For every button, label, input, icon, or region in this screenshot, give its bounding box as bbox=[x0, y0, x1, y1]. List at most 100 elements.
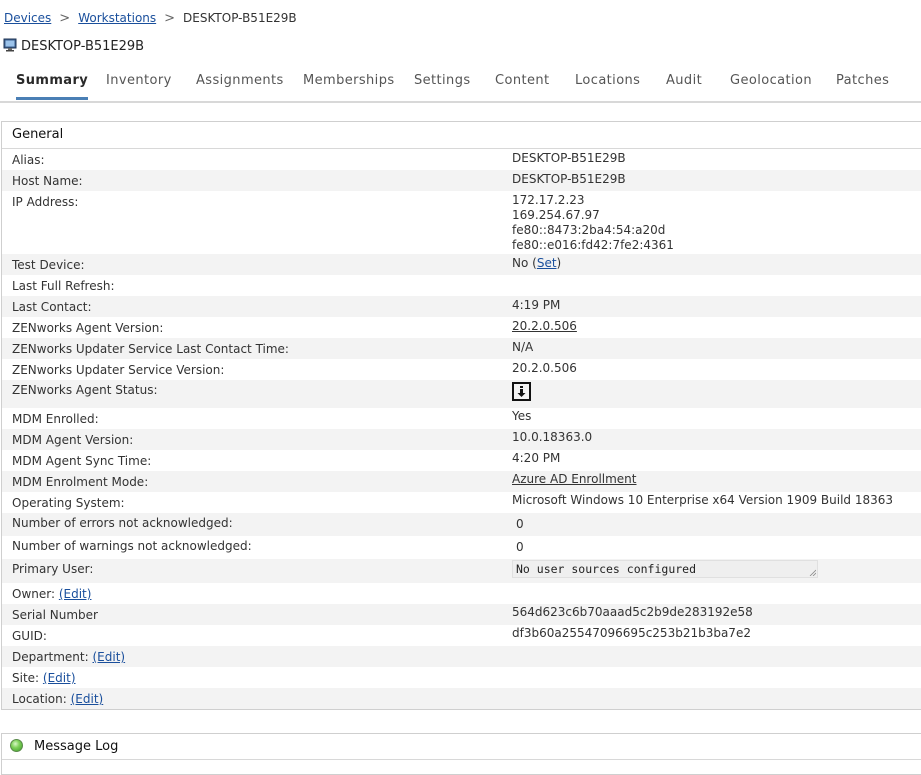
breadcrumb: Devices > Workstations > DESKTOP-B51E29B bbox=[4, 11, 297, 26]
row-mdm-sync-time: MDM Agent Sync Time: 4:20 PM bbox=[2, 450, 921, 471]
guid-value: df3b60a25547096695c253b21b3ba7e2 bbox=[512, 626, 751, 640]
test-device-value-group: No (Set) bbox=[512, 256, 562, 270]
general-panel: General Alias: DESKTOP-B51E29B Host Name… bbox=[1, 121, 921, 710]
row-updater-version: ZENworks Updater Service Version: 20.2.0… bbox=[2, 359, 921, 380]
row-mdm-agent-version: MDM Agent Version: 10.0.18363.0 bbox=[2, 429, 921, 450]
location-edit-link[interactable]: (Edit) bbox=[71, 692, 104, 706]
mdm-enrolled-label: MDM Enrolled: bbox=[12, 412, 99, 426]
department-label: Department: bbox=[12, 650, 89, 664]
tab-geolocation[interactable]: Geolocation bbox=[730, 73, 812, 88]
primary-user-field[interactable]: No user sources configured bbox=[512, 560, 818, 578]
updater-version-value: 20.2.0.506 bbox=[512, 361, 577, 375]
row-department: Department: (Edit) bbox=[2, 646, 921, 667]
row-serial-number: Serial Number 564d623c6b70aaad5c2b9de283… bbox=[2, 604, 921, 625]
site-label-group: Site: (Edit) bbox=[12, 671, 76, 685]
breadcrumb-separator: > bbox=[164, 11, 176, 26]
ip-address-label: IP Address: bbox=[12, 195, 79, 209]
ip-address-value: 169.254.67.97 bbox=[512, 208, 600, 222]
tab-settings[interactable]: Settings bbox=[414, 73, 471, 88]
breadcrumb-devices-link[interactable]: Devices bbox=[4, 11, 51, 25]
row-guid: GUID: df3b60a25547096695c253b21b3ba7e2 bbox=[2, 625, 921, 646]
general-panel-title: General bbox=[12, 127, 64, 142]
mdm-sync-time-label: MDM Agent Sync Time: bbox=[12, 454, 152, 468]
last-contact-label: Last Contact: bbox=[12, 300, 92, 314]
tab-content[interactable]: Content bbox=[495, 73, 550, 88]
host-name-label: Host Name: bbox=[12, 174, 83, 188]
primary-user-label: Primary User: bbox=[12, 562, 94, 576]
row-last-full-refresh: Last Full Refresh: bbox=[2, 275, 921, 296]
row-host-name: Host Name: DESKTOP-B51E29B bbox=[2, 170, 921, 191]
row-owner: Owner: (Edit) bbox=[2, 583, 921, 604]
test-device-label: Test Device: bbox=[12, 258, 85, 272]
owner-edit-link[interactable]: (Edit) bbox=[59, 587, 92, 601]
alias-label: Alias: bbox=[12, 153, 45, 167]
tab-summary[interactable]: Summary bbox=[16, 73, 89, 100]
tab-inventory[interactable]: Inventory bbox=[106, 73, 172, 88]
location-label: Location: bbox=[12, 692, 67, 706]
mdm-enrolment-mode-link[interactable]: Azure AD Enrollment bbox=[512, 472, 637, 487]
row-warnings: Number of warnings not acknowledged: 0 bbox=[2, 536, 921, 559]
last-full-refresh-label: Last Full Refresh: bbox=[12, 279, 115, 293]
os-value: Microsoft Windows 10 Enterprise x64 Vers… bbox=[512, 493, 894, 507]
errors-value: 0 bbox=[516, 517, 524, 531]
serial-number-value: 564d623c6b70aaad5c2b9de283192e58 bbox=[512, 605, 753, 619]
host-name-value: DESKTOP-B51E29B bbox=[512, 172, 626, 186]
tab-patches[interactable]: Patches bbox=[836, 73, 889, 88]
page-title-row: DESKTOP-B51E29B bbox=[3, 35, 144, 55]
tab-audit[interactable]: Audit bbox=[666, 73, 702, 88]
row-updater-contact: ZENworks Updater Service Last Contact Ti… bbox=[2, 338, 921, 359]
os-label: Operating System: bbox=[12, 496, 125, 510]
resize-grip-icon[interactable] bbox=[809, 569, 816, 576]
mdm-sync-time-value: 4:20 PM bbox=[512, 451, 561, 465]
warnings-value: 0 bbox=[516, 540, 524, 554]
message-log-title: Message Log bbox=[34, 739, 119, 754]
row-alias: Alias: DESKTOP-B51E29B bbox=[2, 149, 921, 170]
alias-value: DESKTOP-B51E29B bbox=[512, 151, 626, 165]
site-label: Site: bbox=[12, 671, 40, 685]
agent-version-link[interactable]: 20.2.0.506 bbox=[512, 319, 577, 334]
row-location: Location: (Edit) bbox=[2, 688, 921, 709]
row-agent-status: ZENworks Agent Status: bbox=[2, 380, 921, 408]
message-log-panel: Message Log bbox=[1, 733, 921, 775]
errors-label: Number of errors not acknowledged: bbox=[12, 516, 233, 530]
test-device-set-link[interactable]: Set bbox=[537, 256, 557, 270]
primary-user-field-wrap: No user sources configured bbox=[512, 560, 818, 578]
breadcrumb-workstations-link[interactable]: Workstations bbox=[78, 11, 156, 25]
row-errors: Number of errors not acknowledged: 0 bbox=[2, 513, 921, 536]
test-device-value: No bbox=[512, 256, 529, 270]
agent-status-label: ZENworks Agent Status: bbox=[12, 383, 158, 397]
row-agent-version: ZENworks Agent Version: 20.2.0.506 bbox=[2, 317, 921, 338]
ip-address-value: 172.17.2.23 bbox=[512, 193, 585, 207]
last-contact-value: 4:19 PM bbox=[512, 298, 561, 312]
site-edit-link[interactable]: (Edit) bbox=[43, 671, 76, 685]
agent-status-glyph bbox=[517, 386, 526, 397]
mdm-agent-version-label: MDM Agent Version: bbox=[12, 433, 134, 447]
mdm-enrolled-value: Yes bbox=[512, 409, 532, 423]
department-edit-link[interactable]: (Edit) bbox=[93, 650, 126, 664]
serial-number-label: Serial Number bbox=[12, 608, 98, 622]
owner-label-group: Owner: (Edit) bbox=[12, 587, 91, 601]
row-operating-system: Operating System: Microsoft Windows 10 E… bbox=[2, 492, 921, 513]
status-led-icon bbox=[10, 739, 23, 752]
row-test-device: Test Device: No (Set) bbox=[2, 254, 921, 275]
tab-memberships[interactable]: Memberships bbox=[303, 73, 395, 88]
agent-status-value bbox=[512, 382, 531, 401]
location-label-group: Location: (Edit) bbox=[12, 692, 103, 706]
breadcrumb-separator: > bbox=[59, 11, 71, 26]
ip-address-value: fe80::e016:fd42:7fe2:4361 bbox=[512, 238, 674, 252]
agent-version-label: ZENworks Agent Version: bbox=[12, 321, 164, 335]
primary-user-value: No user sources configured bbox=[516, 562, 697, 576]
monitor-icon bbox=[3, 38, 17, 52]
tab-locations[interactable]: Locations bbox=[575, 73, 640, 88]
breadcrumb-current: DESKTOP-B51E29B bbox=[183, 11, 297, 25]
owner-label: Owner: bbox=[12, 587, 56, 601]
row-last-contact: Last Contact: 4:19 PM bbox=[2, 296, 921, 317]
page-title: DESKTOP-B51E29B bbox=[21, 38, 145, 54]
message-log-header: Message Log bbox=[2, 734, 921, 760]
ip-address-list: 172.17.2.23 169.254.67.97 fe80::8473:2ba… bbox=[512, 193, 674, 253]
tab-assignments[interactable]: Assignments bbox=[196, 73, 284, 88]
agent-status-icon[interactable] bbox=[512, 382, 531, 401]
guid-label: GUID: bbox=[12, 629, 47, 643]
warnings-label: Number of warnings not acknowledged: bbox=[12, 539, 252, 553]
general-panel-header: General bbox=[2, 122, 921, 149]
